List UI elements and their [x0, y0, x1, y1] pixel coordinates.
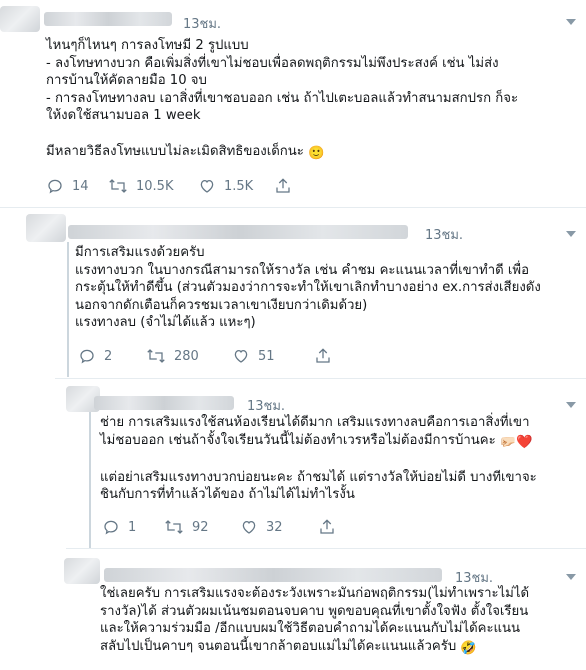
share-icon: [316, 348, 330, 363]
heart-icon: [234, 349, 248, 363]
text-line: การบ้านให้คัดลายมือ 10 จบ: [46, 73, 207, 89]
like-button[interactable]: 1.5K: [198, 176, 253, 196]
heart-icon: [242, 520, 256, 534]
text-line: ให้งดใช้สนามบอล 1 week: [46, 108, 201, 124]
reply-icon: [80, 349, 94, 364]
retweet-icon: [165, 520, 183, 534]
author-name[interactable]: [94, 396, 234, 410]
thread-line: [67, 242, 69, 377]
divider: [0, 207, 586, 208]
text-line: - การลงโทษทางลบ เอาสิ่งที่เขาชอบออก เช่น…: [46, 90, 519, 106]
share-button[interactable]: [314, 346, 332, 366]
text-line: ใช่เลยครับ การเสริมแรงจะต้องระวังเพราะมั…: [100, 586, 530, 601]
divider: [66, 548, 586, 549]
retweet-icon: [109, 179, 127, 193]
tweet-actions: 1 92 32: [102, 517, 422, 539]
retweet-count: 280: [174, 348, 199, 364]
heart-icon: [200, 179, 214, 193]
text-line: ไหนๆก็ไหนๆ การลงโทษมี 2 รูปแบบ: [46, 38, 249, 53]
tweet-text: มีการเสริมแรงด้วยครับ แรงทางบวก ในบางกรณ…: [75, 244, 575, 332]
share-icon: [320, 519, 334, 534]
author-name[interactable]: [68, 225, 408, 239]
reply-button[interactable]: 14: [46, 176, 89, 196]
text-line: สลับไปเป็นคาบๆ จนตอนนี้เขากล้าตอบแม่ไม่ไ…: [100, 638, 457, 654]
emoji: 🙂: [308, 145, 325, 161]
thread-line: [89, 412, 91, 548]
share-icon: [276, 178, 290, 193]
avatar[interactable]: [0, 6, 40, 32]
chevron-down-icon[interactable]: [566, 19, 576, 25]
like-count: 51: [258, 348, 275, 364]
retweet-icon: [147, 349, 165, 363]
reply-count: 1: [128, 519, 137, 535]
chevron-down-icon[interactable]: [566, 231, 576, 237]
text-line: ช่าย การเสริมแรงใช้สนห้องเรียนได้ดีมาก เ…: [100, 415, 530, 430]
text-line: ชินกับการที่ทำแล้วได้ของ ถ้าไม่ได้ไม่ทำไ…: [100, 487, 355, 503]
retweet-button[interactable]: 92: [164, 517, 209, 537]
text-line: - ลงโทษทางบวก คือเพิ่มสิ่งที่เขาไม่ชอบเพ…: [46, 55, 499, 71]
tweet-actions: 2 280 51: [78, 346, 398, 368]
text-line: มีการเสริมแรงด้วยครับ: [75, 245, 205, 260]
text-line: แต่อย่าเสริมแรงทางบวกบ่อยนะคะ ถ้าชมได้ แ…: [100, 469, 537, 485]
emoji: 🤣: [460, 640, 477, 656]
chevron-down-icon[interactable]: [566, 574, 576, 580]
retweet-count: 92: [192, 519, 209, 535]
like-count: 32: [266, 519, 283, 535]
reply-icon: [104, 520, 118, 535]
reply-icon: [48, 179, 62, 194]
tweet-actions: 14 10.5K 1.5K: [46, 176, 346, 198]
share-button[interactable]: [274, 176, 292, 196]
text-line: กระตุ้นให้ทำดีขึ้น (ส่วนตัวมองว่าการจะทำ…: [75, 280, 541, 296]
share-button[interactable]: [318, 517, 336, 537]
tweet-time[interactable]: 13ชม.: [183, 13, 221, 34]
retweet-count: 10.5K: [136, 178, 174, 194]
like-count: 1.5K: [224, 178, 254, 194]
text-line: นอกจากดักเตือนก็ควรชมเวลาเขาเงียบกว่าเดิ…: [75, 297, 368, 313]
retweet-button[interactable]: 10.5K: [108, 176, 173, 196]
tweet-time[interactable]: 13ชม.: [425, 224, 463, 245]
text-line: แรงทางบวก ในบางกรณีสามารถให้รางวัล เช่น …: [75, 262, 529, 278]
author-name[interactable]: [104, 568, 442, 582]
text-line: รางวัล)ได้ ส่วนตัวผมเน้นชมตอนจบคาบ พูดขอ…: [100, 603, 529, 619]
text-line: ไม่ชอบออก เช่นถ้าจั้งใจเรียนวันนี้ไม่ต้อ…: [100, 432, 496, 448]
retweet-button[interactable]: 280: [146, 346, 199, 366]
tweet-text: ใช่เลยครับ การเสริมแรงจะต้องระวังเพราะมั…: [100, 585, 580, 657]
like-button[interactable]: 32: [240, 517, 283, 537]
tweet-time[interactable]: 13ชม.: [247, 395, 285, 416]
chevron-down-icon[interactable]: [566, 402, 576, 408]
text-line: แรงทางลบ (จำไม่ได้แล้ว แหะๆ): [75, 315, 256, 331]
tweet-text: ช่าย การเสริมแรงใช้สนห้องเรียนได้ดีมาก เ…: [100, 414, 580, 504]
reply-button[interactable]: 2: [78, 346, 112, 366]
text-line: มีหลายวิธีลงโทษแบบไม่ละเมิดสิทธิของเด็กน…: [46, 143, 304, 159]
emoji: 🤛🏻❤️: [499, 434, 533, 450]
divider: [55, 378, 586, 379]
avatar[interactable]: [26, 214, 66, 242]
like-button[interactable]: 51: [232, 346, 275, 366]
avatar[interactable]: [64, 558, 100, 584]
reply-count: 14: [72, 178, 89, 194]
author-name[interactable]: [44, 12, 172, 26]
tweet-text: ไหนๆก็ไหนๆ การลงโทษมี 2 รูปแบบ - ลงโทษทา…: [46, 37, 576, 162]
reply-count: 2: [104, 348, 113, 364]
text-line: และให้ความร่วมมือ /อีกแบบผมใช้วิธีตอบคำถ…: [100, 621, 521, 637]
reply-button[interactable]: 1: [102, 517, 136, 537]
